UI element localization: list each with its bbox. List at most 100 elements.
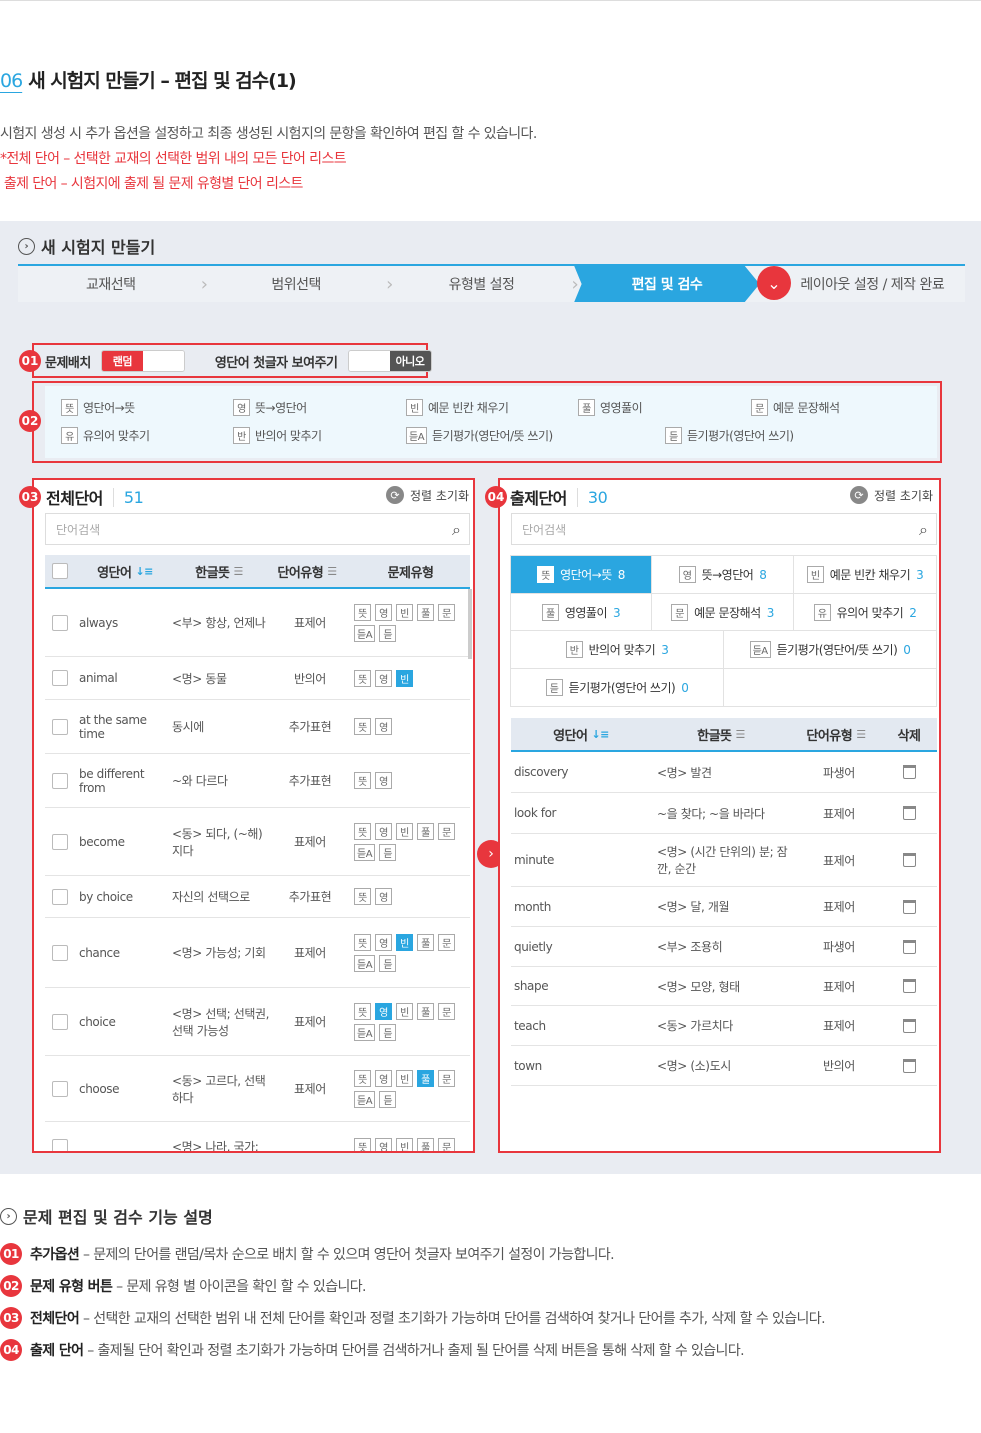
delete-button[interactable] [881,1018,937,1033]
tab-label: 반의어 맞추기 [588,643,656,657]
tab-icon: 듣A [749,641,771,658]
type-antonym: 반 반의어 맞추기 [233,427,322,444]
chevron-circle-icon: › [0,1207,17,1225]
step-label: 편집 및 검수 [631,277,703,293]
word-english: look for [514,806,557,820]
tab-listening-a[interactable]: 듣A 듣기평가(영단어/뜻 쓰기) 0 [723,630,937,669]
tab-listening[interactable]: 듣 듣기평가(영단어 쓰기) 0 [510,668,724,707]
list-icon[interactable]: ☰ [736,728,746,741]
section-title: 06 새 시험지 만들기 – 편집 및 검수(1) [0,66,297,93]
trash-icon [902,899,916,914]
word-korean: <부> 조용히 [657,940,723,954]
tab-count: 3 [661,642,669,657]
desc-line-1: 시험지 생성 시 추가 옵션을 설정하고 최종 생성된 시험지의 문항을 확인하… [0,126,537,142]
type-icon: 듣 [665,427,682,444]
type-label: 뜻→영단어 [255,401,307,415]
tab-ko-to-en[interactable]: 영 뜻→영단어 8 [651,555,794,594]
tab-icon: 문 [671,604,689,621]
step-label: 레이아웃 설정 / 제작 완료 [800,277,945,293]
trash-icon [902,765,916,779]
tab-count: 8 [617,567,626,582]
placement-value: 랜덤 [101,351,143,371]
table-row[interactable]: town <명> (소)도시 반의어 [511,1046,937,1086]
type-icon: 유 [61,427,78,444]
tab-count: 0 [903,642,911,657]
badge: 02 [0,1275,22,1297]
col-label: 영단어 [553,728,588,744]
col-korean[interactable]: 한글뜻 ☰ [651,725,791,744]
trash-icon [902,939,916,954]
word-korean: <명> (소)도시 [657,1059,731,1073]
word-korean: <동> 가르치다 [657,1019,733,1033]
delete-button[interactable] [881,765,937,779]
word-english: discovery [514,765,569,779]
tab-sentence[interactable]: 문 예문 문장해석 3 [651,593,794,632]
table-row[interactable]: shape <명> 모양, 형태 표제어 [511,967,937,1006]
table-row[interactable]: month <명> 달, 개월 표제어 [511,887,937,927]
word-type: 표제어 [823,1019,855,1033]
chevron-down-icon[interactable]: ⌄ [757,266,791,300]
word-korean: <명> 모양, 형태 [657,979,740,994]
explain-text: – 문제 유형 별 아이콘을 확인 할 수 있습니다. [112,1279,366,1295]
tab-icon: 뜻 [537,566,555,583]
delete-button[interactable] [881,979,937,993]
delete-button[interactable] [881,853,937,867]
tab-icon: 빈 [806,566,824,583]
word-korean: ~을 찾다; ~을 바라다 [657,806,765,821]
step-bar: 교재선택 › 범위선택 › 유형별 설정 › 편집 및 검수 레이아웃 설정 / 제작… [18,264,965,302]
delete-button[interactable] [881,806,937,820]
list-icon[interactable]: ☰ [856,728,866,741]
tab-en-to-ko[interactable]: 뜻 영단어→뜻 8 [510,555,652,594]
type-label: 듣기평가(영단어/뜻 쓰기) [432,429,553,443]
first-letter-toggle[interactable]: 아니오 [347,350,432,372]
word-korean: <명> 발견 [657,765,712,780]
step-range[interactable]: 범위선택 › [203,266,393,302]
delete-button[interactable] [881,899,937,914]
tab-en-en[interactable]: 풀 영영풀이 3 [510,593,652,632]
badge-01: 01 [19,350,41,372]
col-delete: 삭제 [881,725,937,744]
tab-count: 2 [909,605,917,620]
sort-icon[interactable]: ↓≡ [591,728,609,741]
explain-text: – 출제될 단어 확인과 정렬 초기화가 가능하며 단어를 검색하거나 출제 될… [83,1343,744,1359]
table-row[interactable]: teach <동> 가르치다 표제어 [511,1006,937,1046]
tab-antonym[interactable]: 반 반의어 맞추기 3 [510,630,724,669]
table-row[interactable]: minute <명> (시간 단위의) 분; 잠깐, 순간 표제어 [511,834,937,887]
trash-icon [902,1018,916,1033]
tab-count: 8 [759,567,767,582]
exam-words-reset-button[interactable]: ⟳ 정렬 초기화 [850,486,933,504]
type-label: 예문 문장해석 [773,401,840,415]
explain-bold: 추가옵션 [30,1247,80,1263]
badge: 04 [0,1339,22,1361]
step-edit-review[interactable]: 편집 및 검수 [574,266,760,302]
badge-04: 04 [485,486,507,508]
explain-item-2: 02 문제 유형 버튼 – 문제 유형 별 아이콘을 확인 할 수 있습니다. [0,1275,367,1297]
table-row[interactable]: look for ~을 찾다; ~을 바라다 표제어 [511,793,937,834]
all-words-reset-button[interactable]: ⟳ 정렬 초기화 [386,486,469,504]
placement-toggle[interactable]: 랜덤 [100,350,185,372]
step-label: 범위선택 [271,277,321,293]
col-english[interactable]: 영단어 ↓≡ [511,725,651,744]
type-icon: 뜻 [61,399,78,416]
table-row[interactable]: quietly <부> 조용히 파생어 [511,927,937,967]
explain-item-4: 04 출제 단어 – 출제될 단어 확인과 정렬 초기화가 가능하며 단어를 검색… [0,1339,745,1361]
table-row[interactable]: discovery <명> 발견 파생어 [511,752,937,793]
step-type-settings[interactable]: 유형별 설정 › [389,266,579,302]
delete-button[interactable] [881,939,937,954]
word-english: town [514,1058,542,1073]
tab-blank[interactable]: 빈 예문 빈칸 채우기 3 [793,555,937,594]
word-type: 표제어 [823,979,855,994]
tab-label: 듣기평가(영단어 쓰기) [568,681,676,695]
tab-label: 예문 빈칸 채우기 [829,568,911,582]
type-icon: 듣A [406,427,428,444]
tab-synonym[interactable]: 유 유의어 맞추기 2 [793,593,937,632]
tab-label: 유의어 맞추기 [836,606,904,620]
tab-empty [723,668,937,707]
delete-button[interactable] [881,1058,937,1073]
reset-label: 정렬 초기화 [874,488,934,503]
search-icon[interactable]: ⌕ [919,520,928,540]
type-label: 영영풀이 [600,401,643,415]
col-word-type[interactable]: 단어유형 ☰ [791,725,881,744]
step-textbook[interactable]: 교재선택 › [18,266,208,302]
exam-words-search[interactable]: 단어검색 ⌕ [511,513,937,545]
